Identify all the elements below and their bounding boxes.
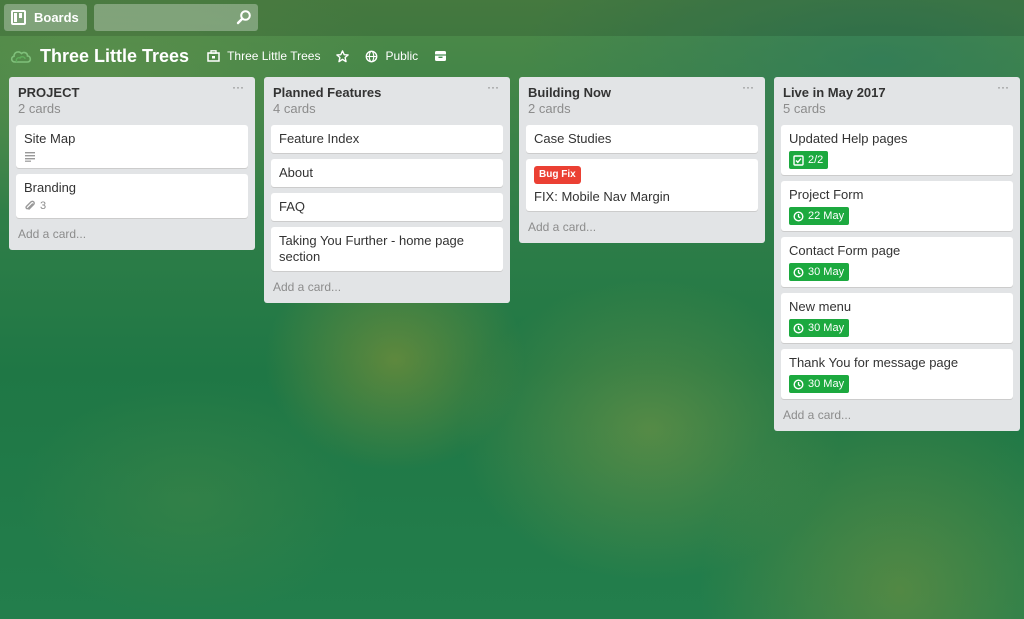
due-date: 30 May bbox=[808, 322, 845, 334]
card-title: Taking You Further - home page section bbox=[279, 233, 465, 264]
list-menu-icon[interactable]: ··· bbox=[487, 81, 501, 95]
list-project: PROJECT 2 cards ··· Site Map Branding 3 bbox=[9, 77, 255, 250]
boards-icon bbox=[11, 10, 26, 25]
add-card-link[interactable]: Add a card... bbox=[16, 224, 248, 242]
clock-icon bbox=[793, 210, 804, 222]
card-case-studies[interactable]: Case Studies bbox=[526, 125, 758, 153]
list-title[interactable]: Planned Features bbox=[273, 85, 501, 100]
cloud-logo-icon bbox=[10, 51, 32, 63]
list-building-now: Building Now 2 cards ··· Case Studies Bu… bbox=[519, 77, 765, 243]
checklist-icon bbox=[793, 154, 804, 166]
attachment-count: 3 bbox=[40, 200, 47, 212]
card-contact-form-page[interactable]: Contact Form page 30 May bbox=[781, 237, 1013, 287]
card-taking-you-further[interactable]: Taking You Further - home page section bbox=[271, 227, 503, 271]
due-date-badge: 30 May bbox=[789, 319, 850, 337]
top-header: Boards bbox=[0, 0, 1024, 36]
card-title: Contact Form page bbox=[789, 243, 901, 258]
globe-icon bbox=[366, 50, 378, 62]
list-menu-icon[interactable]: ··· bbox=[232, 81, 246, 95]
due-date-badge: 30 May bbox=[789, 375, 850, 393]
card-site-map[interactable]: Site Map bbox=[16, 125, 248, 168]
list-planned-features: Planned Features 4 cards ··· Feature Ind… bbox=[264, 77, 510, 303]
description-icon bbox=[25, 152, 35, 162]
board-button[interactable] bbox=[434, 44, 447, 68]
card-title: Feature Index bbox=[279, 131, 360, 146]
add-card-link[interactable]: Add a card... bbox=[526, 217, 758, 235]
card-title: Thank You for message page bbox=[789, 355, 959, 370]
card-updated-help-pages[interactable]: Updated Help pages 2/2 bbox=[781, 125, 1013, 175]
card-feature-index[interactable]: Feature Index bbox=[271, 125, 503, 153]
boards-button-label: Boards bbox=[34, 10, 79, 25]
add-card-link[interactable]: Add a card... bbox=[781, 405, 1013, 423]
list-menu-icon[interactable]: ··· bbox=[997, 81, 1011, 95]
list-card-count: 2 cards bbox=[18, 101, 61, 116]
search-icon[interactable] bbox=[236, 9, 252, 25]
card-about[interactable]: About bbox=[271, 159, 503, 187]
archive-icon bbox=[435, 51, 447, 61]
card-title: Case Studies bbox=[534, 131, 612, 146]
card-title: FIX: Mobile Nav Margin bbox=[534, 189, 670, 204]
list-card-count: 4 cards bbox=[273, 101, 316, 116]
clock-icon bbox=[793, 266, 804, 278]
list-menu-icon[interactable]: ··· bbox=[742, 81, 756, 95]
team-icon bbox=[207, 50, 220, 62]
due-date-badge: 30 May bbox=[789, 263, 850, 281]
card-title: New menu bbox=[789, 299, 852, 314]
board-title[interactable]: Three Little Trees bbox=[40, 46, 189, 67]
team-label: Three Little Trees bbox=[227, 49, 321, 63]
clock-icon bbox=[793, 378, 804, 390]
due-date: 30 May bbox=[808, 266, 845, 278]
card-new-menu[interactable]: New menu 30 May bbox=[781, 293, 1013, 343]
search-box[interactable] bbox=[94, 4, 258, 31]
card-branding[interactable]: Branding 3 bbox=[16, 174, 248, 218]
card-title: Project Form bbox=[789, 187, 864, 202]
star-button[interactable] bbox=[336, 44, 350, 68]
list-title[interactable]: Live in May 2017 bbox=[783, 85, 1011, 100]
card-title: About bbox=[279, 165, 313, 180]
card-mobile-nav-fix[interactable]: Bug Fix FIX: Mobile Nav Margin bbox=[526, 159, 758, 211]
list-title[interactable]: PROJECT bbox=[18, 85, 246, 100]
card-faq[interactable]: FAQ bbox=[271, 193, 503, 221]
board-header: Three Little Trees Three Little Trees Pu… bbox=[10, 44, 463, 68]
attachment-icon bbox=[25, 200, 35, 210]
team-button[interactable]: Three Little Trees bbox=[207, 44, 320, 68]
checklist-badge: 2/2 bbox=[789, 151, 829, 169]
card-label-bug-fix: Bug Fix bbox=[534, 166, 581, 184]
visibility-button[interactable]: Public bbox=[365, 44, 418, 68]
list-card-count: 2 cards bbox=[528, 101, 571, 116]
card-thank-you-page[interactable]: Thank You for message page 30 May bbox=[781, 349, 1013, 399]
card-title: Site Map bbox=[24, 131, 76, 146]
list-title[interactable]: Building Now bbox=[528, 85, 756, 100]
visibility-label: Public bbox=[385, 49, 419, 63]
card-title: FAQ bbox=[279, 199, 306, 214]
list-card-count: 5 cards bbox=[783, 101, 826, 116]
due-date: 22 May bbox=[808, 210, 845, 222]
star-icon bbox=[336, 49, 350, 62]
checklist-progress: 2/2 bbox=[808, 154, 824, 166]
card-project-form[interactable]: Project Form 22 May bbox=[781, 181, 1013, 231]
boards-button[interactable]: Boards bbox=[4, 4, 87, 31]
clock-icon bbox=[793, 322, 804, 334]
list-live-in-may: Live in May 2017 5 cards ··· Updated Hel… bbox=[774, 77, 1020, 431]
add-card-link[interactable]: Add a card... bbox=[271, 277, 503, 295]
card-title: Branding bbox=[24, 180, 77, 195]
search-input[interactable] bbox=[94, 4, 258, 31]
due-date: 30 May bbox=[808, 378, 845, 390]
due-date-badge: 22 May bbox=[789, 207, 850, 225]
card-title: Updated Help pages bbox=[789, 131, 908, 146]
